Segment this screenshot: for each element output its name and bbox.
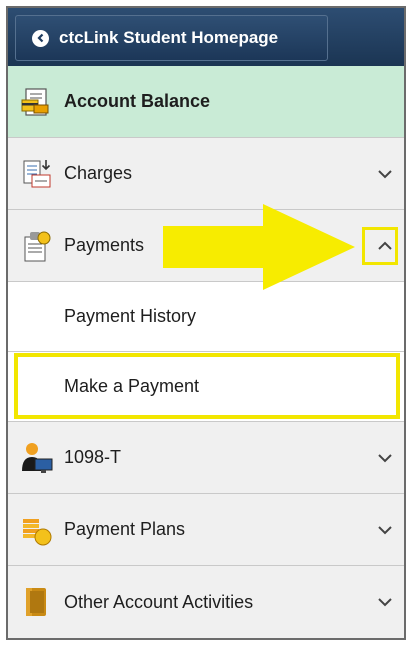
student-nav-panel: ctcLink Student Homepage Account Balance: [6, 6, 406, 640]
payments-icon: [20, 229, 54, 263]
subnav-item-label: Make a Payment: [64, 376, 200, 396]
nav-item-label: Payments: [64, 235, 145, 255]
person-computer-icon: [20, 441, 54, 475]
nav-item-1098-t[interactable]: 1098-T: [8, 422, 404, 494]
back-arrow-icon: [32, 29, 49, 47]
nav-item-label: Charges: [64, 163, 133, 183]
nav-item-charges[interactable]: Charges: [8, 138, 404, 210]
nav-item-other-account-activities[interactable]: Other Account Activities: [8, 566, 404, 638]
nav-item-payments[interactable]: Payments: [8, 210, 404, 282]
nav-item-label: Account Balance: [64, 91, 211, 111]
nav-item-label: Other Account Activities: [64, 591, 254, 612]
back-button-label: ctcLink Student Homepage: [59, 28, 279, 47]
subnav-item-payment-history[interactable]: Payment History: [8, 282, 404, 352]
back-to-homepage-button[interactable]: ctcLink Student Homepage: [15, 15, 328, 61]
chevron-down-icon[interactable]: [376, 165, 394, 183]
nav-item-label: Payment Plans: [64, 519, 186, 539]
header-bar: ctcLink Student Homepage: [8, 8, 404, 66]
subnav-item-label: Payment History: [64, 306, 197, 326]
nav-item-account-balance[interactable]: Account Balance: [8, 66, 404, 138]
chevron-down-icon[interactable]: [376, 449, 394, 467]
folder-icon: [20, 585, 54, 619]
chevron-down-icon[interactable]: [376, 521, 394, 539]
nav-item-label: 1098-T: [64, 447, 122, 467]
chevron-up-icon[interactable]: [376, 237, 394, 255]
coins-icon: [20, 513, 54, 547]
subnav-item-make-a-payment[interactable]: Make a Payment: [8, 352, 404, 422]
account-balance-icon: [20, 85, 54, 119]
chevron-down-icon[interactable]: [376, 593, 394, 611]
charges-icon: [20, 157, 54, 191]
nav-item-payment-plans[interactable]: Payment Plans: [8, 494, 404, 566]
